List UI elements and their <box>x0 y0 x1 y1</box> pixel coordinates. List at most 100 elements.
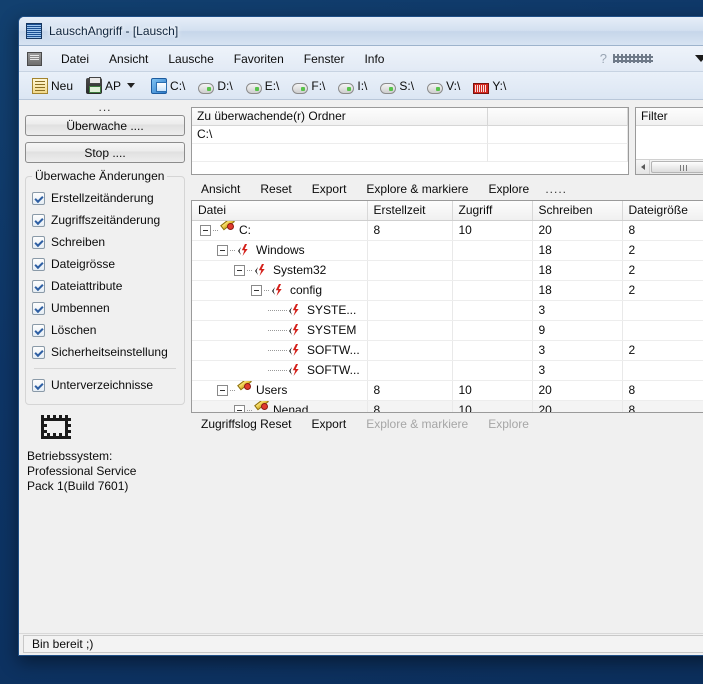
checkbox-row-unterverzeichnisse[interactable]: Unterverzeichnisse <box>32 374 178 396</box>
checkbox-row-loeschen[interactable]: Löschen <box>32 319 178 341</box>
chevron-down-icon[interactable] <box>127 83 136 88</box>
tree-command-export[interactable]: Export <box>302 179 357 199</box>
monitored-folder-row[interactable]: C:\ <box>192 126 628 144</box>
help-icon[interactable]: ? <box>600 51 607 66</box>
checkbox-umbennen[interactable] <box>32 301 45 315</box>
checkbox-row-erstellzeitaenderung[interactable]: Erstellzeitänderung <box>32 187 178 209</box>
monitored-folder-extra <box>488 126 628 144</box>
monitored-folder-row[interactable] <box>192 144 628 162</box>
log-command-zugriffslog-reset[interactable]: Zugriffslog Reset <box>191 414 302 434</box>
menu-item-info[interactable]: Info <box>354 48 394 70</box>
checkbox-unterverzeichnisse[interactable] <box>32 378 45 392</box>
toolbar-button-neu[interactable]: Neu <box>27 75 78 97</box>
file-tree-row[interactable]: Windows18218 <box>192 240 703 261</box>
scroll-left-arrow-icon[interactable] <box>636 160 650 174</box>
file-tree-node-label: SOFTW... <box>307 343 360 357</box>
file-tree-cell-schreiben: 3 <box>532 300 623 321</box>
file-tree-grid[interactable]: Datei Erstellzeit Zugriff Schreiben Date… <box>191 200 703 413</box>
tree-command-explore-und-markiere[interactable]: Explore & markiere <box>356 179 478 199</box>
grip-dots-icon <box>613 54 653 63</box>
file-tree-cell-erstellzeit: 8 <box>367 220 453 241</box>
file-tree-cell-dateigroesse: 8 <box>622 400 703 412</box>
checkbox-row-zugriffszeitaenderung[interactable]: Zugriffszeitänderung <box>32 209 178 231</box>
tree-collapse-icon[interactable] <box>234 404 245 412</box>
toolbar-button-drive-f[interactable]: F:\ <box>287 76 330 96</box>
tree-connector <box>230 249 236 251</box>
checkbox-dateigroesse[interactable] <box>32 257 45 271</box>
file-tree-col-schreiben[interactable]: Schreiben <box>532 201 623 221</box>
drive-icon <box>380 83 397 94</box>
os-info-line-3: Pack 1(Build 7601) <box>27 479 129 493</box>
checkbox-row-sicherheitseinstellung[interactable]: Sicherheitseinstellung <box>32 341 178 363</box>
file-tree-cell-schreiben: 18 <box>532 260 623 281</box>
toolbar-button-drive-y[interactable]: Y:\ <box>468 76 511 96</box>
file-tree-row[interactable]: SOFTW...323 <box>192 340 703 361</box>
monitored-folders-column-extra[interactable] <box>488 108 628 125</box>
desktop-background: LauschAngriff - [Lausch] Datei Ansicht L… <box>0 0 703 684</box>
checkbox-row-dateiattribute[interactable]: Dateiattribute <box>32 275 178 297</box>
tree-collapse-icon[interactable] <box>217 244 228 256</box>
tree-collapse-icon[interactable] <box>200 224 211 236</box>
toolbar-button-drive-c[interactable]: C:\ <box>146 75 190 97</box>
checkbox-schreiben[interactable] <box>32 235 45 249</box>
tree-command-ansicht[interactable]: Ansicht <box>191 179 250 199</box>
toolbar-button-drive-s[interactable]: S:\ <box>375 76 419 96</box>
pencil-icon <box>255 403 269 412</box>
filter-column-header[interactable]: Filter <box>636 108 703 125</box>
watch-button[interactable]: Überwache .... <box>25 115 185 136</box>
toolbar: Neu AP C:\ D:\ E:\ F:\ I:\ S:\ V:\ Y:\ <box>19 72 703 100</box>
tree-collapse-icon[interactable] <box>251 284 262 296</box>
file-tree-cell-schreiben: 20 <box>532 400 623 412</box>
fire-icon <box>255 263 269 277</box>
filter-hscrollbar[interactable] <box>636 159 703 174</box>
checkbox-erstellzeitaenderung[interactable] <box>32 191 45 205</box>
tree-collapse-icon[interactable] <box>234 264 245 276</box>
menu-item-favoriten[interactable]: Favoriten <box>224 48 294 70</box>
folder-bar: Zu überwachende(r) Ordner C:\ Filter <box>191 107 703 175</box>
menu-item-ansicht[interactable]: Ansicht <box>99 48 158 70</box>
tree-command-reset[interactable]: Reset <box>250 179 301 199</box>
file-tree-row[interactable]: config18218 <box>192 280 703 301</box>
chevron-down-icon[interactable] <box>695 55 703 62</box>
checkbox-zugriffszeitaenderung[interactable] <box>32 213 45 227</box>
checkbox-row-dateigroesse[interactable]: Dateigrösse <box>32 253 178 275</box>
tree-collapse-icon[interactable] <box>217 384 228 396</box>
filter-list[interactable]: Filter <box>635 107 703 175</box>
monitored-folder-path <box>192 144 488 162</box>
file-tree-cell-datei: Users <box>192 380 368 401</box>
file-tree-row[interactable]: SYSTE...33 <box>192 300 703 321</box>
log-command-export[interactable]: Export <box>302 414 357 434</box>
menu-item-datei[interactable]: Datei <box>51 48 99 70</box>
tree-command-explore[interactable]: Explore <box>478 179 539 199</box>
file-tree-cell-zugriff <box>452 260 533 281</box>
mdi-window-icon[interactable] <box>27 51 42 66</box>
file-tree-row[interactable]: Nenad81020843 <box>192 400 703 412</box>
monitored-folders-list[interactable]: Zu überwachende(r) Ordner C:\ <box>191 107 629 175</box>
file-tree-col-erstellzeit[interactable]: Erstellzeit <box>367 201 453 221</box>
checkbox-dateiattribute[interactable] <box>32 279 45 293</box>
file-tree-row[interactable]: SOFTW...33 <box>192 360 703 381</box>
menu-item-lausche[interactable]: Lausche <box>158 48 223 70</box>
file-tree-col-datei[interactable]: Datei <box>192 201 368 221</box>
file-tree-cell-schreiben: 3 <box>532 340 623 361</box>
checkbox-row-schreiben[interactable]: Schreiben <box>32 231 178 253</box>
file-tree-row[interactable]: C:81020861 <box>192 220 703 241</box>
file-tree-row[interactable]: SYSTEM99 <box>192 320 703 341</box>
checkbox-loeschen[interactable] <box>32 323 45 337</box>
file-tree-node-label: SOFTW... <box>307 363 360 377</box>
stop-button[interactable]: Stop .... <box>25 142 185 163</box>
file-tree-col-dateigroesse[interactable]: Dateigröße <box>622 201 703 221</box>
toolbar-button-drive-i[interactable]: I:\ <box>333 76 372 96</box>
menu-item-fenster[interactable]: Fenster <box>294 48 355 70</box>
checkbox-row-umbennen[interactable]: Umbennen <box>32 297 178 319</box>
toolbar-button-drive-v[interactable]: V:\ <box>422 76 465 96</box>
file-tree-row[interactable]: System3218218 <box>192 260 703 281</box>
file-tree-col-zugriff[interactable]: Zugriff <box>452 201 533 221</box>
toolbar-button-drive-e[interactable]: E:\ <box>241 76 285 96</box>
toolbar-button-drive-d[interactable]: D:\ <box>193 76 237 96</box>
file-tree-row[interactable]: Users81020843 <box>192 380 703 401</box>
toolbar-button-ap[interactable]: AP <box>81 75 143 97</box>
monitored-folders-column-path[interactable]: Zu überwachende(r) Ordner <box>192 108 488 125</box>
checkbox-sicherheitseinstellung[interactable] <box>32 345 45 359</box>
filter-scroll-thumb[interactable] <box>651 161 703 173</box>
